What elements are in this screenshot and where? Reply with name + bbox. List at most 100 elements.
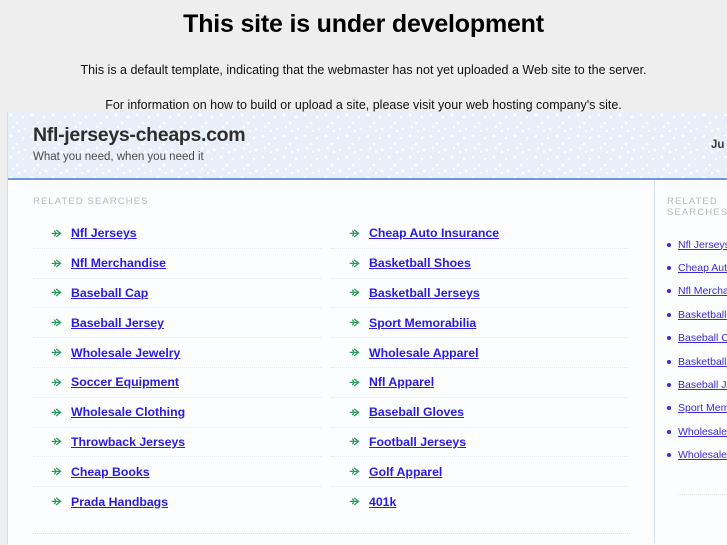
related-search-link[interactable]: Nfl Jerseys [71,226,137,240]
sidebar-link[interactable]: Wholesale Jewelry [678,426,727,438]
related-search-link[interactable]: Cheap Books [71,465,150,479]
notice-line-1: This is a default template, indicating t… [80,63,647,77]
sidebar-list-item[interactable]: Cheap Auto Insurance [667,256,727,279]
related-search-link[interactable]: Basketball Jerseys [369,286,480,300]
parked-page-body: RELATED SEARCHES Nfl Jerseys Nfl Merchand… [8,180,727,543]
related-search-row[interactable]: Nfl Apparel [331,368,629,398]
related-search-link[interactable]: Baseball Cap [71,286,148,300]
sidebar-link[interactable]: Basketball Shoes [678,309,727,321]
related-search-row[interactable]: 401k [331,487,629,516]
page-title: This site is under development [183,10,544,38]
arrow-bullet-icon [349,408,360,416]
related-search-link[interactable]: Baseball Jersey [71,316,164,330]
sidebar-list-item[interactable]: Wholesale Apparel [667,444,727,467]
related-search-row[interactable]: Nfl Jerseys [33,219,321,249]
arrow-bullet-icon [349,497,360,506]
related-searches-column-2: Cheap Auto Insurance Basketball Shoes Bask… [331,219,629,516]
related-search-link[interactable]: Wholesale Clothing [71,405,185,419]
arrow-bullet-icon [349,259,360,267]
sidebar-heading: RELATED SEARCHES [667,196,727,218]
related-search-link[interactable]: Football Jerseys [369,435,466,449]
sidebar-link[interactable]: Sport Memorabilia [678,402,727,414]
sidebar-list-item[interactable]: Wholesale Jewelry [667,420,727,443]
related-search-row[interactable]: Throwback Jerseys [33,428,321,458]
related-search-row[interactable]: Wholesale Jewelry [33,338,321,368]
related-search-link[interactable]: Cheap Auto Insurance [369,226,499,240]
sidebar-footer-divider [678,493,727,495]
arrow-bullet-icon [51,438,62,446]
related-search-link[interactable]: Throwback Jerseys [71,435,185,449]
sidebar-list-item[interactable]: Nfl Jerseys [667,233,727,256]
dot-bullet-icon [667,406,671,411]
dot-bullet-icon [667,359,671,364]
sidebar-link[interactable]: Wholesale Apparel [678,449,727,461]
related-search-row[interactable]: Golf Apparel [331,457,629,488]
arrow-bullet-icon [349,318,360,327]
sidebar-list-item[interactable]: Basketball Jerseys [667,350,727,373]
arrow-bullet-icon [349,289,360,297]
arrow-bullet-icon [51,259,62,267]
arrow-bullet-icon [51,289,62,297]
related-searches-column-1: Nfl Jerseys Nfl Merchandise Baseball Cap Ba… [33,219,331,516]
related-search-link[interactable]: Golf Apparel [369,465,442,479]
arrow-bullet-icon [51,318,62,327]
arrow-bullet-icon [349,467,360,476]
header-corner-text: Ju [711,139,725,151]
arrow-bullet-icon [349,229,360,238]
arrow-bullet-icon [51,497,62,506]
related-search-link[interactable]: Baseball Gloves [369,405,464,419]
sidebar-link[interactable]: Nfl Jerseys [678,239,727,251]
related-search-row[interactable]: Nfl Merchandise [33,249,321,279]
related-search-link[interactable]: Basketball Shoes [369,256,471,270]
arrow-bullet-icon [51,408,62,416]
dot-bullet-icon [667,453,671,458]
related-search-link[interactable]: Nfl Apparel [369,375,434,389]
related-search-row[interactable]: Wholesale Apparel [331,338,629,368]
related-search-row[interactable]: Baseball Cap [33,279,321,309]
related-search-row[interactable]: Wholesale Clothing [33,398,321,428]
notice-line-2: For information on how to build or uploa… [105,98,622,112]
main-footer-divider [33,532,630,534]
related-searches-sidebar: RELATED SEARCHES Nfl Jerseys Cheap Auto I… [654,180,727,543]
related-searches-main: RELATED SEARCHES Nfl Jerseys Nfl Merchand… [8,180,654,543]
domain-tagline: What you need, when you need it [33,151,204,164]
sidebar-list-item[interactable]: Baseball Cap [667,327,727,350]
sidebar-link[interactable]: Nfl Merchandise [678,285,727,297]
dot-bullet-icon [667,429,671,434]
related-search-link[interactable]: Prada Handbags [71,495,168,509]
related-searches-grid: Nfl Jerseys Nfl Merchandise Baseball Cap Ba… [33,213,654,516]
related-search-row[interactable]: Football Jerseys [331,428,629,458]
related-search-row[interactable]: Sport Memorabilia [331,308,629,339]
sidebar-list-item[interactable]: Baseball Jersey [667,373,727,396]
sidebar-list-item[interactable]: Sport Memorabilia [667,397,727,420]
dot-bullet-icon [667,336,671,341]
sidebar-list-item[interactable]: Basketball Shoes [667,303,727,326]
sidebar-link[interactable]: Cheap Auto Insurance [678,262,727,274]
arrow-bullet-icon [51,348,62,357]
sidebar-link-list: Nfl Jerseys Cheap Auto Insurance Nfl Merch… [667,224,727,467]
related-search-link[interactable]: Soccer Equipment [71,375,179,389]
sidebar-link[interactable]: Baseball Cap [678,332,727,344]
related-search-row[interactable]: Cheap Auto Insurance [331,219,629,249]
related-search-link[interactable]: 401k [369,495,396,509]
related-search-row[interactable]: Basketball Jerseys [331,279,629,309]
arrow-bullet-icon [349,348,360,357]
dot-bullet-icon [667,242,671,247]
sidebar-list-item[interactable]: Nfl Merchandise [667,280,727,303]
sidebar-link[interactable]: Baseball Jersey [678,379,727,391]
related-searches-heading: RELATED SEARCHES [33,196,149,207]
default-template-notice: This site is under development This is a… [0,0,727,112]
dot-bullet-icon [667,312,671,317]
sidebar-link[interactable]: Basketball Jerseys [678,356,727,368]
related-search-row[interactable]: Baseball Gloves [331,398,629,428]
related-search-link[interactable]: Nfl Merchandise [71,256,166,270]
related-search-row[interactable]: Baseball Jersey [33,308,321,339]
related-search-link[interactable]: Wholesale Jewelry [71,346,180,360]
related-search-row[interactable]: Prada Handbags [33,487,321,516]
related-search-row[interactable]: Cheap Books [33,457,321,488]
related-search-row[interactable]: Soccer Equipment [33,368,321,398]
related-search-link[interactable]: Wholesale Apparel [369,346,479,360]
related-search-row[interactable]: Basketball Shoes [331,249,629,279]
related-search-link[interactable]: Sport Memorabilia [369,316,476,330]
arrow-bullet-icon [51,378,62,387]
